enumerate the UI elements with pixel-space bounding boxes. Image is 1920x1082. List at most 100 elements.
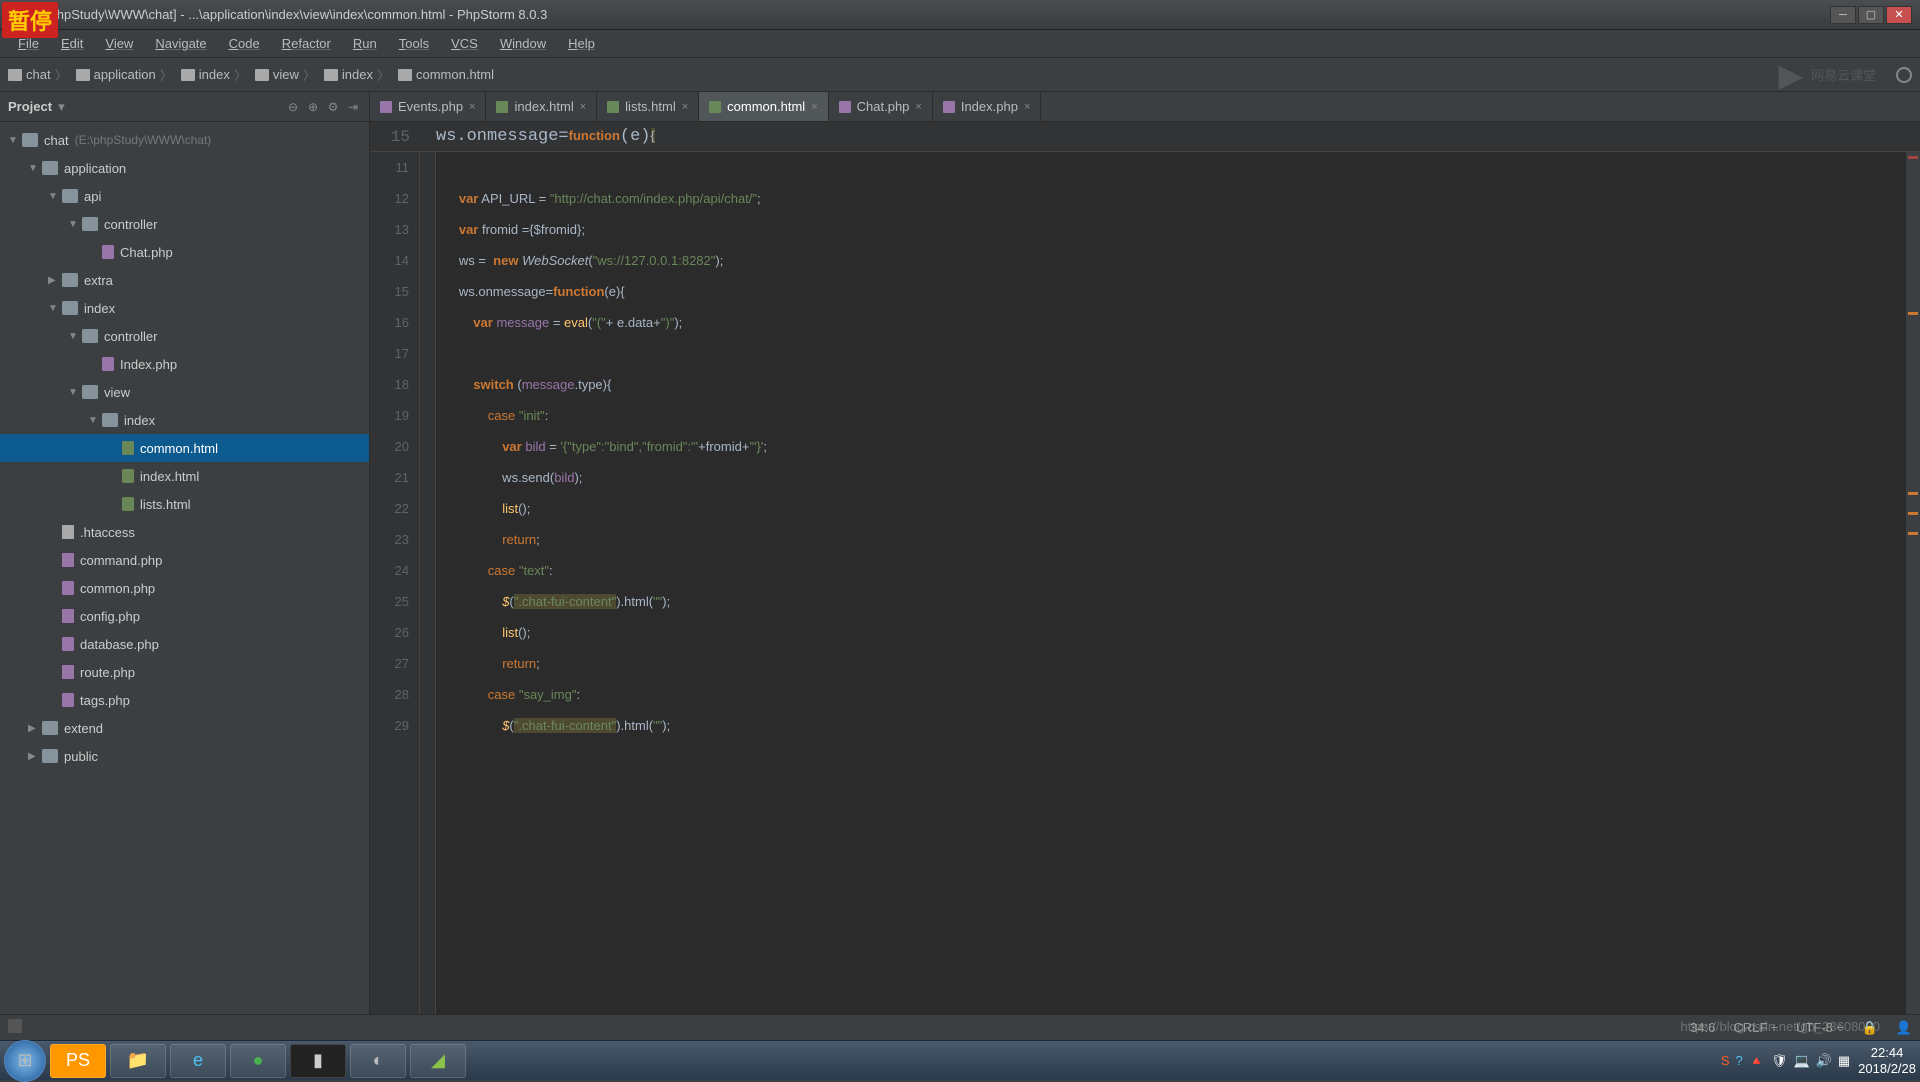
expand-arrow-icon[interactable] [48, 611, 62, 622]
search-icon[interactable] [1896, 67, 1912, 83]
tray-icon[interactable]: S [1721, 1053, 1730, 1069]
tree-file[interactable]: database.php [0, 630, 369, 658]
expand-arrow-icon[interactable] [108, 471, 122, 482]
tree-folder[interactable]: ▶extend [0, 714, 369, 742]
expand-arrow-icon[interactable]: ▼ [48, 191, 62, 202]
tree-file[interactable]: Index.php [0, 350, 369, 378]
code-line[interactable]: switch (message.type){ [448, 369, 1920, 400]
menu-code[interactable]: Code [219, 32, 270, 55]
tree-folder[interactable]: ▼application [0, 154, 369, 182]
code-line[interactable]: case "say_img": [448, 679, 1920, 710]
menu-run[interactable]: Run [343, 32, 387, 55]
start-button[interactable]: ⊞ [4, 1040, 46, 1082]
taskbar-app-ie[interactable]: e [170, 1044, 226, 1078]
expand-arrow-icon[interactable]: ▼ [68, 331, 82, 342]
breadcrumb-item[interactable]: chat〉 [8, 65, 68, 84]
taskbar-app-explorer[interactable]: 📁 [110, 1044, 166, 1078]
menu-tools[interactable]: Tools [389, 32, 439, 55]
tree-folder[interactable]: ▼controller [0, 210, 369, 238]
code-line[interactable] [448, 152, 1920, 183]
inspector-icon[interactable]: 👤 [1896, 1020, 1912, 1036]
expand-arrow-icon[interactable]: ▼ [48, 303, 62, 314]
dropdown-icon[interactable]: ▾ [58, 99, 65, 115]
code-line[interactable]: ws = new WebSocket("ws://127.0.0.1:8282"… [448, 245, 1920, 276]
system-tray[interactable]: S ? 🔺 🛡 💻 🔊 ▦ [1721, 1053, 1850, 1069]
taskbar-app-terminal[interactable]: ▮ [290, 1044, 346, 1078]
expand-arrow-icon[interactable]: ▶ [28, 723, 42, 734]
tree-folder[interactable]: ▶public [0, 742, 369, 770]
code-line[interactable]: var bild = '{"type":"bind","fromid":"'+f… [448, 431, 1920, 462]
expand-arrow-icon[interactable] [88, 247, 102, 258]
breadcrumb-item[interactable]: application〉 [76, 65, 173, 84]
tree-folder[interactable]: ▼view [0, 378, 369, 406]
code-line[interactable]: var message = eval("("+ e.data+")"); [448, 307, 1920, 338]
expand-arrow-icon[interactable]: ▼ [88, 415, 102, 426]
menu-help[interactable]: Help [558, 32, 605, 55]
maximize-button[interactable]: ▢ [1858, 6, 1884, 24]
menu-vcs[interactable]: VCS [441, 32, 488, 55]
tray-icon[interactable]: ▦ [1838, 1053, 1850, 1069]
code-line[interactable]: var API_URL = "http://chat.com/index.php… [448, 183, 1920, 214]
close-tab-icon[interactable]: × [469, 101, 475, 113]
tree-folder[interactable]: ▼controller [0, 322, 369, 350]
code-line[interactable] [448, 338, 1920, 369]
expand-arrow-icon[interactable] [48, 555, 62, 566]
tree-file[interactable]: common.html [0, 434, 369, 462]
tree-folder[interactable]: ▶extra [0, 266, 369, 294]
menu-view[interactable]: View [95, 32, 143, 55]
menu-navigate[interactable]: Navigate [145, 32, 216, 55]
code-line[interactable]: $(".chat-fui-content").html(""); [448, 710, 1920, 741]
expand-arrow-icon[interactable] [48, 695, 62, 706]
tree-folder[interactable]: ▼api [0, 182, 369, 210]
expand-arrow-icon[interactable]: ▼ [8, 135, 22, 146]
expand-arrow-icon[interactable] [108, 499, 122, 510]
collapse-icon[interactable]: ⊖ [285, 99, 301, 115]
close-tab-icon[interactable]: × [811, 101, 817, 113]
tree-file[interactable]: tags.php [0, 686, 369, 714]
expand-arrow-icon[interactable] [48, 583, 62, 594]
code-editor[interactable]: 11121314151617181920212223242526272829 v… [370, 152, 1920, 1014]
code-line[interactable]: return; [448, 648, 1920, 679]
editor-tab[interactable]: lists.html× [597, 92, 699, 121]
expand-arrow-icon[interactable] [108, 443, 122, 454]
expand-arrow-icon[interactable] [48, 527, 62, 538]
breadcrumb-item[interactable]: index〉 [181, 65, 247, 84]
expand-arrow-icon[interactable]: ▶ [28, 751, 42, 762]
taskbar-app-green2[interactable]: ◢ [410, 1044, 466, 1078]
taskbar-clock[interactable]: 22:44 2018/2/28 [1858, 1045, 1916, 1076]
tree-file[interactable]: .htaccess [0, 518, 369, 546]
tree-file[interactable]: command.php [0, 546, 369, 574]
panel-title[interactable]: Project [8, 99, 52, 114]
project-tree[interactable]: ▼chat(E:\phpStudy\WWW\chat)▼application▼… [0, 122, 369, 1014]
close-button[interactable]: ✕ [1886, 6, 1912, 24]
tray-network-icon[interactable]: 💻 [1793, 1053, 1809, 1069]
expand-arrow-icon[interactable] [48, 639, 62, 650]
taskbar-app-green[interactable]: ● [230, 1044, 286, 1078]
breadcrumb-item[interactable]: view〉 [255, 65, 316, 84]
editor-tab[interactable]: Events.php× [370, 92, 486, 121]
code-line[interactable]: ws.onmessage=function(e){ [448, 276, 1920, 307]
code-line[interactable]: ws.send(bild); [448, 462, 1920, 493]
expand-arrow-icon[interactable]: ▼ [68, 219, 82, 230]
code-line[interactable]: list(); [448, 617, 1920, 648]
close-tab-icon[interactable]: × [1024, 101, 1030, 113]
expand-arrow-icon[interactable]: ▶ [48, 275, 62, 286]
tree-file[interactable]: config.php [0, 602, 369, 630]
tree-file[interactable]: route.php [0, 658, 369, 686]
tree-file[interactable]: lists.html [0, 490, 369, 518]
tray-icon[interactable]: 🔺 [1749, 1053, 1765, 1069]
minimize-button[interactable]: ─ [1830, 6, 1856, 24]
code-line[interactable]: case "init": [448, 400, 1920, 431]
tree-folder[interactable]: ▼index [0, 294, 369, 322]
gear-icon[interactable]: ⚙ [325, 99, 341, 115]
tray-volume-icon[interactable]: 🔊 [1816, 1053, 1832, 1069]
taskbar-app-phpstorm[interactable]: PS [50, 1044, 106, 1078]
breadcrumb-item[interactable]: index〉 [324, 65, 390, 84]
editor-tab[interactable]: Index.php× [933, 92, 1042, 121]
code-line[interactable]: case "text": [448, 555, 1920, 586]
close-tab-icon[interactable]: × [580, 101, 586, 113]
menu-refactor[interactable]: Refactor [272, 32, 341, 55]
code-line[interactable]: $(".chat-fui-content").html(""); [448, 586, 1920, 617]
hide-icon[interactable]: ⇥ [345, 99, 361, 115]
close-tab-icon[interactable]: × [682, 101, 688, 113]
